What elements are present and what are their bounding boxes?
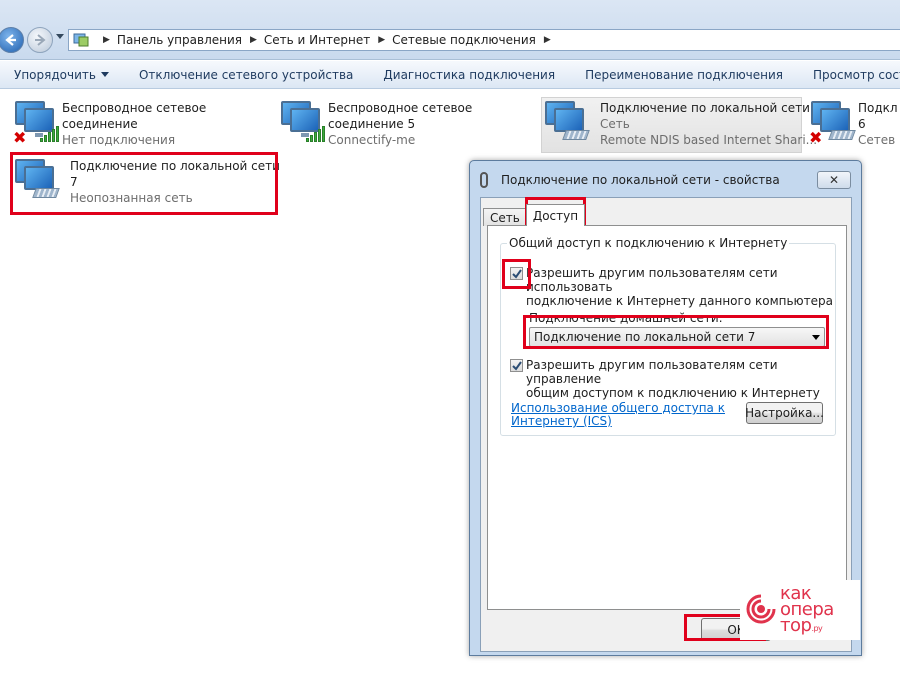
connection-tile-lan-6[interactable]: ✖ Подкл 6 Сетев — [808, 98, 900, 154]
dialog-title: Подключение по локальной сети - свойства — [480, 172, 780, 188]
home-network-select[interactable]: Подключение по локальной сети 7 — [529, 327, 825, 347]
breadcrumb-item-network-connections[interactable]: Сетевые подключения — [392, 33, 536, 47]
breadcrumb-separator[interactable]: ▶ — [250, 35, 257, 45]
ics-groupbox: Общий доступ к подключению к Интернету Р… — [500, 236, 836, 436]
breadcrumb-item-network-internet[interactable]: Сеть и Интернет — [264, 33, 370, 47]
cable-icon — [828, 130, 856, 140]
connection-name: Беспроводное сетевое — [62, 101, 207, 115]
rename-connection-button[interactable]: Переименование подключения — [570, 68, 798, 82]
control-panel-icon — [73, 33, 89, 47]
recent-pages-chevron-down-icon[interactable] — [56, 34, 64, 39]
arrow-right-icon — [35, 34, 46, 46]
close-icon: ✕ — [828, 173, 840, 187]
breadcrumb-separator[interactable]: ▶ — [544, 35, 551, 45]
breadcrumb-item-control-panel[interactable]: Панель управления — [117, 33, 242, 47]
home-network-value: Подключение по локальной сети 7 — [534, 330, 756, 344]
connection-status: Connectify-me — [328, 133, 416, 147]
connection-tile-wireless[interactable]: ✖ Беспроводное сетевое соединение Нет по… — [12, 98, 262, 154]
red-x-icon: ✖ — [13, 128, 27, 147]
tab-sharing[interactable]: Доступ — [525, 204, 586, 226]
allow-control-checkbox[interactable] — [510, 359, 523, 372]
chevron-down-icon — [100, 71, 109, 77]
red-x-icon: ✖ — [809, 128, 823, 147]
connection-name: Подкл — [858, 101, 898, 115]
breadcrumb-separator[interactable]: ▶ — [378, 35, 385, 45]
arrow-left-icon — [5, 34, 16, 46]
connection-status: Сетев — [858, 133, 896, 147]
connection-adapter: Remote NDIS based Internet Shari... — [600, 133, 818, 147]
cable-icon — [32, 188, 60, 198]
allow-sharing-checkbox[interactable] — [510, 267, 523, 280]
back-button[interactable] — [0, 27, 24, 53]
ics-help-link[interactable]: Использование общего доступа к Интернету… — [511, 402, 725, 428]
connection-name: Подключение по локальной сети — [70, 159, 280, 173]
ethernet-disconnected-icon: ✖ — [808, 98, 858, 152]
tab-strip: Сеть Доступ — [483, 204, 586, 226]
diagnose-connection-button[interactable]: Диагностика подключения — [368, 68, 570, 82]
connection-tile-wireless-5[interactable]: Беспроводное сетевое соединение 5 Connec… — [278, 98, 528, 154]
wireless-disconnected-icon: ✖ — [12, 98, 62, 152]
allow-sharing-row: Разрешить другим пользователям сети испо… — [510, 266, 835, 308]
home-network-label: Подключение домашней сети: — [529, 311, 723, 325]
command-bar: Упорядочить Отключение сетевого устройст… — [0, 61, 900, 89]
address-bar: ▶ Панель управления ▶ Сеть и Интернет ▶ … — [0, 0, 900, 60]
dropdown-arrow-icon — [812, 335, 820, 340]
sharing-tab-panel: Общий доступ к подключению к Интернету Р… — [487, 225, 847, 610]
close-button[interactable]: ✕ — [817, 171, 851, 189]
connection-name-line2: соединение — [62, 117, 138, 131]
breadcrumb[interactable]: ▶ Панель управления ▶ Сеть и Интернет ▶ … — [68, 29, 900, 51]
connection-network: Сеть — [600, 117, 630, 131]
allow-control-label[interactable]: Разрешить другим пользователям сети упра… — [526, 358, 835, 400]
network-adapter-icon — [480, 172, 488, 188]
breadcrumb-separator: ▶ — [103, 35, 110, 45]
settings-button[interactable]: Настройка... — [745, 402, 824, 424]
forward-button[interactable] — [27, 27, 53, 53]
watermark: как опера тор.ру — [740, 580, 860, 640]
allow-sharing-label[interactable]: Разрешить другим пользователям сети испо… — [526, 266, 835, 308]
wireless-connected-icon — [278, 98, 328, 152]
connection-tile-lan[interactable]: Подключение по локальной сети Сеть Remot… — [541, 97, 817, 153]
ethernet-icon — [542, 98, 592, 152]
ethernet-icon — [12, 156, 62, 210]
checkmark-icon — [511, 268, 522, 279]
connection-name: Подключение по локальной сети — [600, 101, 810, 115]
view-status-button[interactable]: Просмотр состояния по — [798, 68, 900, 82]
disable-device-button[interactable]: Отключение сетевого устройства — [124, 68, 368, 82]
checkmark-icon — [511, 360, 522, 371]
group-title: Общий доступ к подключению к Интернету — [507, 236, 790, 250]
connection-status: Нет подключения — [62, 133, 176, 147]
organize-button[interactable]: Упорядочить — [0, 68, 124, 82]
connection-name-line2: соединение 5 — [328, 117, 416, 131]
cable-icon — [562, 130, 590, 140]
connection-tile-lan-7[interactable]: Подключение по локальной сети 7 Неопозна… — [12, 156, 280, 212]
tab-network[interactable]: Сеть — [483, 208, 527, 226]
allow-control-row: Разрешить другим пользователям сети упра… — [510, 358, 835, 400]
connection-name-line2: 6 — [858, 117, 866, 131]
connection-name-line2: 7 — [70, 175, 78, 189]
watermark-text: как опера тор.ру — [780, 583, 834, 636]
signal-logo-icon — [746, 594, 776, 624]
connection-name: Беспроводное сетевое — [328, 101, 473, 115]
connection-status: Неопознанная сеть — [70, 191, 193, 205]
